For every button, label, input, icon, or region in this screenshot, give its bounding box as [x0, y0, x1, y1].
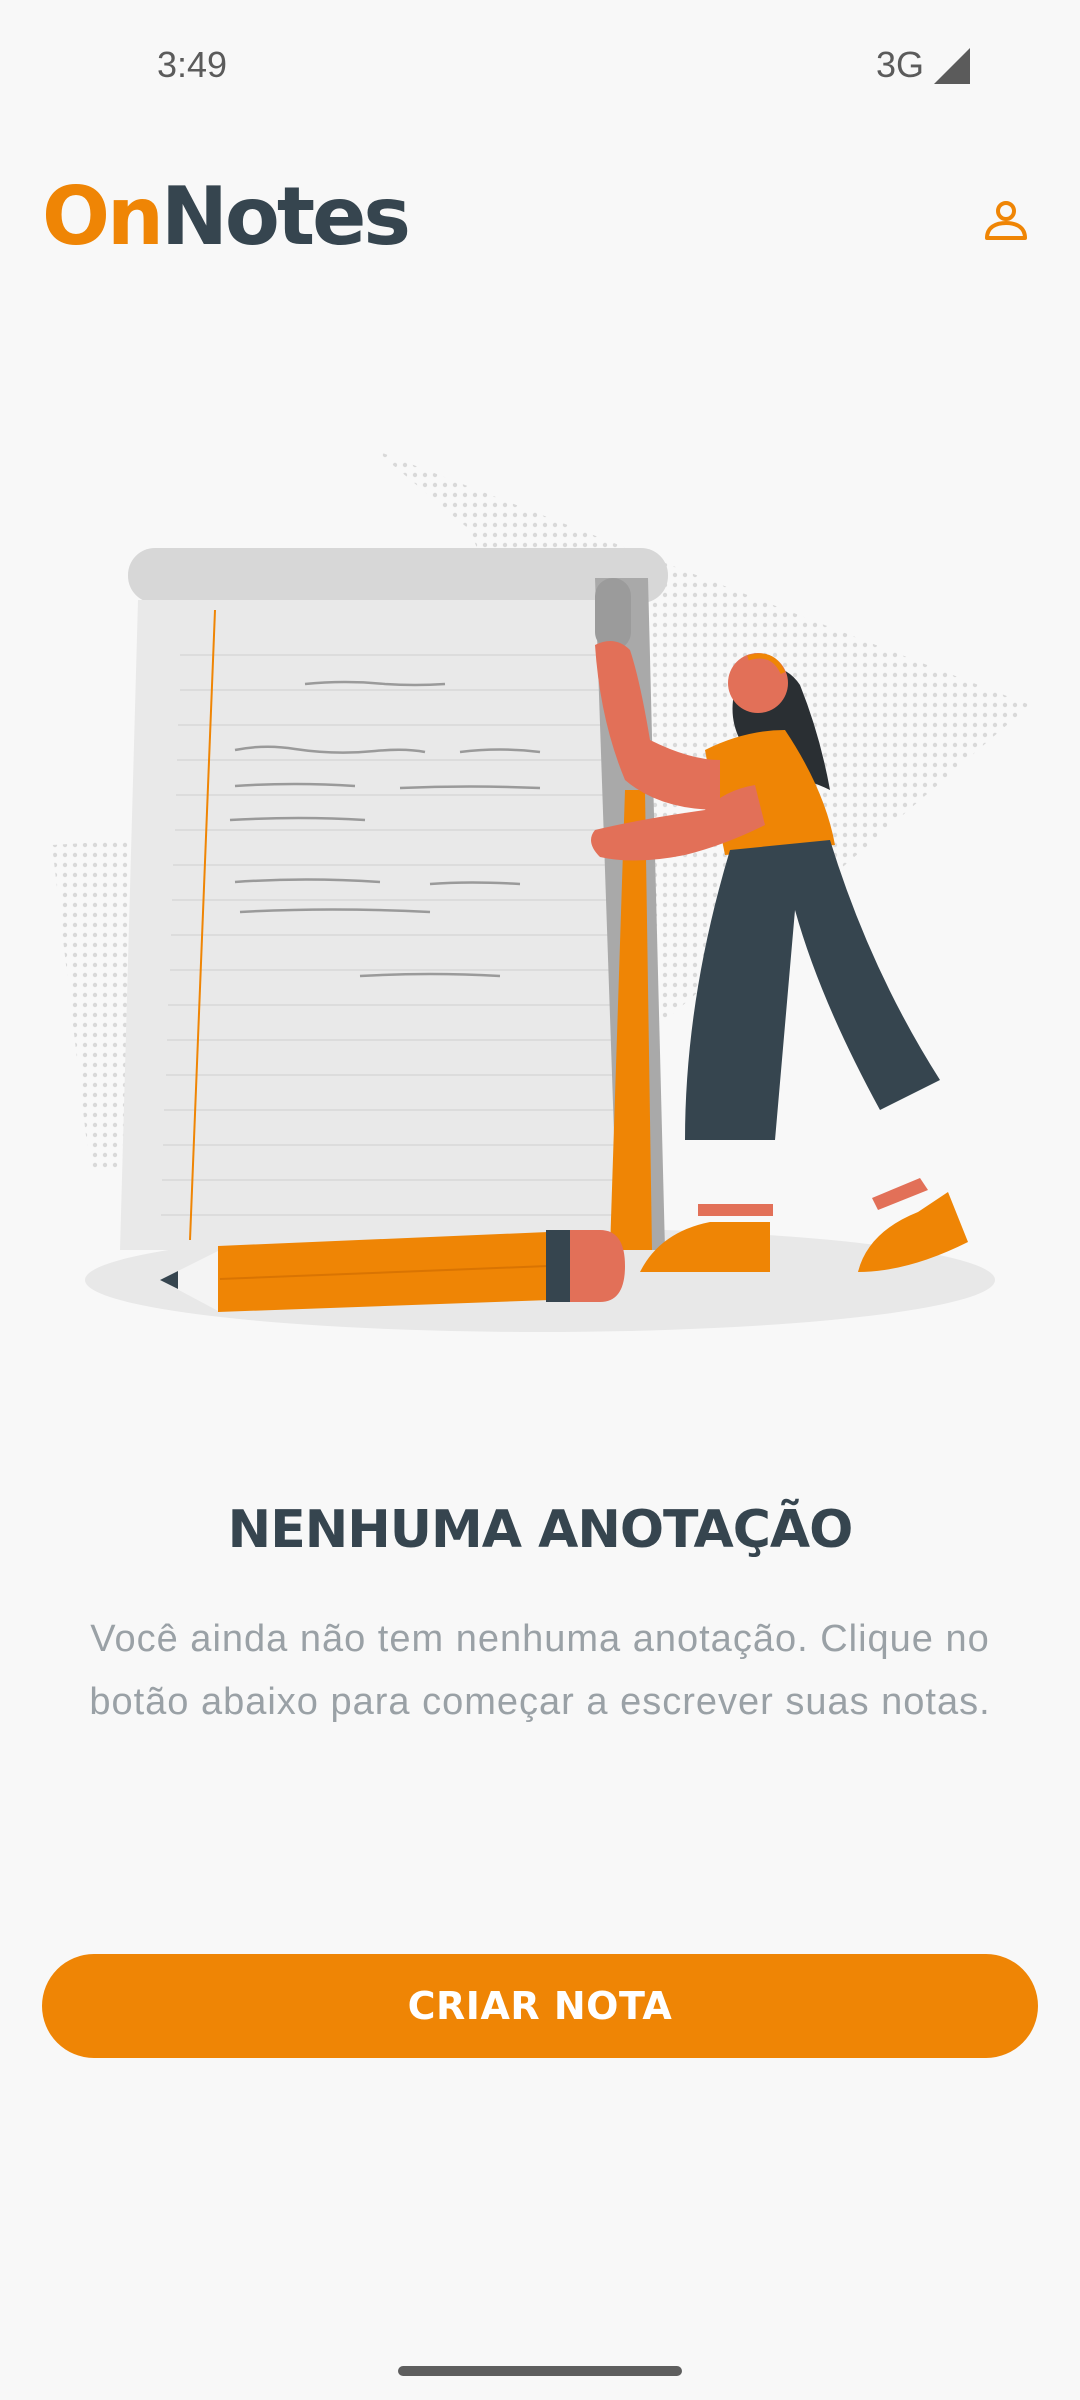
logo-on: On: [42, 170, 164, 263]
profile-button[interactable]: [976, 190, 1036, 250]
status-bar: 3:49 3G: [0, 0, 1080, 130]
logo-notes: Notes: [160, 170, 411, 263]
empty-state-description: Você ainda não tem nenhuma anotação. Cli…: [89, 1618, 991, 1723]
network-type: 3G: [876, 44, 925, 85]
home-indicator[interactable]: [398, 2366, 682, 2376]
empty-state-title: NENHUMA ANOTAÇÃO: [227, 1500, 854, 1560]
notepad-woman-illustration: [52, 450, 1030, 1332]
cell-signal-icon: [934, 48, 970, 84]
app-logo: OnNotes: [42, 177, 411, 257]
status-time: 3:49: [157, 44, 228, 85]
create-note-button[interactable]: CRIAR NOTA: [42, 1954, 1038, 2058]
app-header: OnNotes: [0, 160, 1080, 280]
user-profile-icon: [985, 201, 1027, 240]
